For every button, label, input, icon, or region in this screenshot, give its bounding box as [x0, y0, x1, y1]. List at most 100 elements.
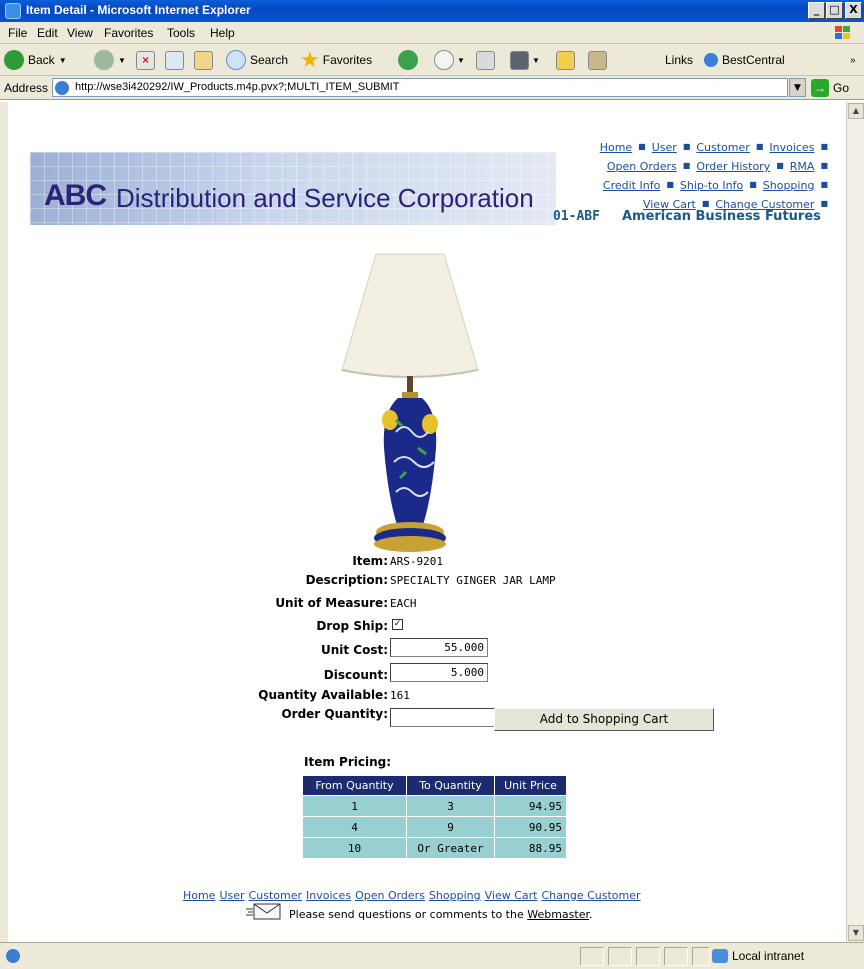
- unit-cost-label: Unit Cost:: [320, 643, 388, 657]
- zone-label: Local intranet: [732, 949, 805, 963]
- add-to-shopping-cart-button[interactable]: Add to Shopping Cart: [494, 708, 714, 731]
- nav-credit-info[interactable]: Credit Info: [603, 179, 660, 192]
- nav-open-orders[interactable]: Open Orders: [607, 160, 677, 173]
- back-arrow-icon: [4, 50, 24, 70]
- messenger-icon: [588, 50, 607, 70]
- folder-button[interactable]: [556, 49, 575, 71]
- quantity-available-value: 161: [390, 689, 410, 702]
- nav-customer[interactable]: Customer: [696, 141, 749, 154]
- unit-cost-field[interactable]: 55.000: [390, 638, 488, 657]
- vertical-scrollbar[interactable]: ▲ ▼: [846, 102, 864, 942]
- customer-name: American Business Futures: [621, 209, 821, 224]
- edit-button[interactable]: ▼: [510, 49, 540, 71]
- menu-favorites[interactable]: Favorites: [104, 26, 153, 40]
- address-dropdown-icon[interactable]: ▼: [789, 78, 806, 97]
- drop-ship-checkbox[interactable]: ✓: [392, 619, 403, 630]
- footer-link-view-cart[interactable]: View Cart: [485, 889, 538, 902]
- footer-link-home[interactable]: Home: [183, 889, 215, 902]
- cell-price: 94.95: [494, 795, 567, 817]
- messenger-button[interactable]: [588, 49, 607, 71]
- pricing-header-from: From Quantity: [302, 775, 407, 796]
- menu-edit[interactable]: Edit: [37, 26, 58, 40]
- go-label: Go: [833, 81, 850, 95]
- nav-shopping[interactable]: Shopping: [763, 179, 815, 192]
- forward-button[interactable]: ▼: [94, 49, 126, 71]
- company-banner: ABC Distribution and Service Corporation: [30, 152, 556, 225]
- close-button[interactable]: X: [845, 2, 862, 19]
- mail-icon: [246, 903, 281, 920]
- footer-link-customer[interactable]: Customer: [249, 889, 302, 902]
- scroll-down-icon[interactable]: ▼: [848, 925, 864, 941]
- menu-tools[interactable]: Tools: [167, 26, 195, 40]
- item-value: ARS-9201: [390, 555, 443, 568]
- product-image: [341, 253, 479, 552]
- pricing-header-to: To Quantity: [406, 775, 495, 796]
- history-icon: [398, 50, 418, 70]
- cell-to: Or Greater: [406, 837, 495, 859]
- webmaster-link[interactable]: Webmaster: [527, 908, 589, 921]
- bestcentral-link[interactable]: BestCentral: [704, 49, 785, 71]
- pricing-header-price: Unit Price: [494, 775, 567, 796]
- window-title-bar: Item Detail - Microsoft Internet Explore…: [0, 0, 864, 22]
- stop-icon: ×: [136, 50, 155, 70]
- cell-to: 3: [406, 795, 495, 817]
- ie-page-icon: [704, 53, 718, 67]
- cell-from: 4: [302, 816, 407, 838]
- pricing-table: From Quantity To Quantity Unit Price 1 3…: [302, 775, 567, 859]
- menu-view[interactable]: View: [67, 26, 93, 40]
- footer-message-text: Please send questions or comments to the: [289, 908, 524, 921]
- go-button[interactable]: → Go: [811, 78, 861, 98]
- site-navigation: Home ■ User ■ Customer ■ Invoices ■ Open Orders…: [599, 141, 828, 211]
- unit-of-measure-label: Unit of Measure:: [275, 596, 388, 610]
- address-label: Address: [4, 81, 49, 95]
- order-quantity-label: Order Quantity:: [281, 707, 388, 721]
- go-arrow-icon: →: [811, 79, 829, 97]
- search-label: Search: [250, 53, 289, 67]
- search-icon: [226, 50, 246, 70]
- maximize-button[interactable]: □: [826, 2, 843, 19]
- footer-link-open-orders[interactable]: Open Orders: [355, 889, 425, 902]
- menu-file[interactable]: File: [8, 26, 27, 40]
- windows-logo-icon: [835, 26, 850, 39]
- footer-link-change-customer[interactable]: Change Customer: [541, 889, 640, 902]
- nav-order-history[interactable]: Order History: [696, 160, 770, 173]
- refresh-button[interactable]: [165, 49, 184, 71]
- item-label: Item:: [352, 554, 388, 568]
- footer-link-user[interactable]: User: [219, 889, 244, 902]
- menu-bar: File Edit View Favorites Tools Help: [0, 22, 864, 44]
- nav-home[interactable]: Home: [600, 141, 632, 154]
- description-label: Description:: [305, 573, 388, 587]
- security-zone: Local intranet: [712, 949, 804, 963]
- footer-link-shopping[interactable]: Shopping: [429, 889, 481, 902]
- customer-code: 01-ABF: [553, 209, 600, 224]
- cell-price: 90.95: [494, 816, 567, 838]
- cell-from: 10: [302, 837, 407, 859]
- print-button[interactable]: [476, 49, 495, 71]
- print-icon: [476, 50, 495, 70]
- page-status-icon: [6, 949, 20, 963]
- nav-invoices[interactable]: Invoices: [769, 141, 814, 154]
- scroll-up-icon[interactable]: ▲: [848, 103, 864, 119]
- footer-message-period: .: [589, 908, 593, 921]
- toolbar-overflow-chevron-icon[interactable]: »: [850, 49, 856, 71]
- address-input[interactable]: http://wse3i420292/IW_Products.m4p.pvx?;…: [52, 78, 788, 97]
- stop-button[interactable]: ×: [136, 49, 155, 71]
- cell-to: 9: [406, 816, 495, 838]
- nav-ship-to-info[interactable]: Ship-to Info: [680, 179, 743, 192]
- home-button[interactable]: [194, 49, 213, 71]
- history-button[interactable]: [398, 49, 418, 71]
- favorites-button[interactable]: ★ Favorites: [300, 49, 372, 71]
- discount-field[interactable]: 5.000: [390, 663, 488, 682]
- minimize-button[interactable]: _: [808, 2, 825, 19]
- nav-user[interactable]: User: [652, 141, 677, 154]
- nav-rma[interactable]: RMA: [790, 160, 815, 173]
- unit-of-measure-value: EACH: [390, 597, 417, 610]
- footer-link-invoices[interactable]: Invoices: [306, 889, 351, 902]
- status-bar: Local intranet: [0, 942, 864, 969]
- search-button[interactable]: Search: [226, 49, 288, 71]
- back-label: Back: [28, 53, 55, 67]
- ie-icon: [5, 3, 21, 19]
- menu-help[interactable]: Help: [210, 26, 235, 40]
- back-button[interactable]: Back ▼: [4, 49, 67, 71]
- mail-button[interactable]: ▼: [434, 49, 465, 71]
